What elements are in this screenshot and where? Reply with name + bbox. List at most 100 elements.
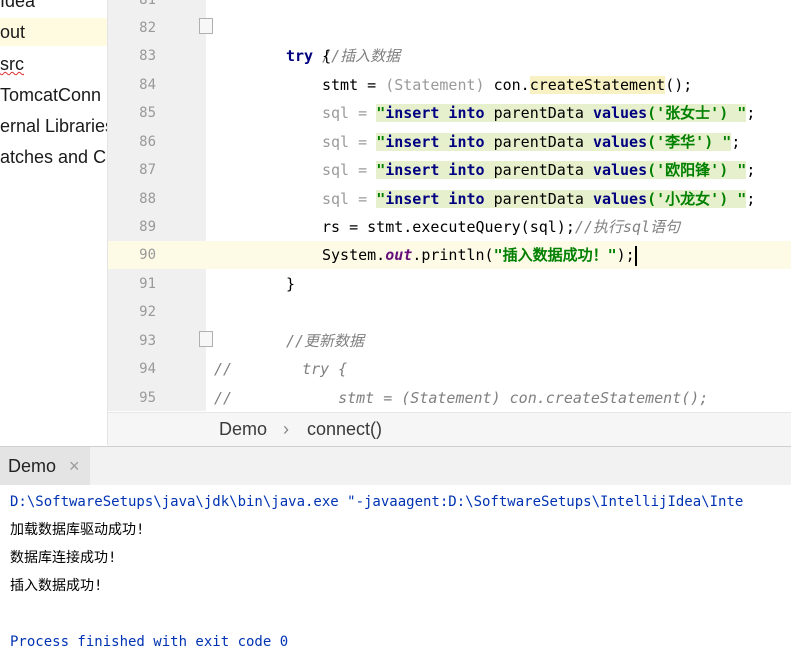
- tree-item-external-libraries[interactable]: ernal Libraries: [0, 112, 107, 140]
- string: "插入数据成功！": [493, 246, 617, 264]
- keyword: insert into: [385, 190, 485, 208]
- string: ('李华'): [647, 133, 714, 151]
- code-line-82: //插入数据: [286, 14, 791, 65]
- code-text: );: [616, 246, 635, 264]
- code-text: con.: [484, 76, 530, 94]
- close-icon[interactable]: ×: [69, 447, 80, 485]
- code-text: (Statement): [385, 76, 485, 94]
- code-text: createStatement: [529, 76, 666, 94]
- line-number: 87: [139, 162, 156, 178]
- string: ('欧阳锋'): [647, 161, 729, 179]
- code-line-85: sql = " insert into parentData values('张女…: [322, 99, 791, 127]
- string: ": [376, 161, 386, 179]
- string: ": [728, 161, 747, 179]
- code-text: System.: [322, 246, 386, 264]
- code-line-94: // try {: [214, 355, 791, 383]
- console-line: 插入数据成功!: [10, 578, 103, 594]
- code-text: parentData: [484, 190, 593, 208]
- line-number: 84: [139, 77, 156, 93]
- string: ": [728, 190, 747, 208]
- code-text: sql =: [322, 190, 377, 208]
- tree-item-out[interactable]: out: [0, 18, 107, 46]
- string: ": [376, 190, 386, 208]
- line-number: 88: [139, 191, 156, 207]
- comment: stmt = (Statement) con.createStatement()…: [338, 389, 709, 407]
- line-number: 95: [139, 390, 156, 406]
- tree-item-scratches-and-consoles[interactable]: atches and Co: [0, 143, 107, 171]
- keyword: insert into: [385, 133, 485, 151]
- code-text: rs = stmt.executeQuery(sql);: [322, 218, 575, 236]
- console-output[interactable]: D:\SoftwareSetups\java\jdk\bin\java.exe …: [0, 485, 791, 655]
- code-line-95: // stmt = (Statement) con.createStatement…: [214, 384, 791, 411]
- tree-item-label: src: [0, 54, 24, 74]
- fold-marker-icon[interactable]: [199, 18, 213, 34]
- keyword: try: [286, 47, 314, 65]
- code-line-83: try {: [286, 42, 791, 70]
- code-line-90: System.out.println("插入数据成功！");: [322, 241, 791, 269]
- code-text: ;: [731, 133, 741, 151]
- keyword: insert into: [385, 104, 485, 122]
- line-number: 85: [139, 105, 156, 121]
- code-text: sql =: [322, 133, 377, 151]
- keyword: values: [592, 133, 648, 151]
- code-text: parentData: [484, 161, 593, 179]
- string: ('张女士'): [647, 104, 729, 122]
- breadcrumb-class[interactable]: Demo: [219, 413, 267, 446]
- code-text: sql =: [322, 161, 377, 179]
- console-line: 加载数据库驱动成功!: [10, 522, 145, 538]
- tree-item-src[interactable]: src: [0, 50, 107, 78]
- line-number: 93: [139, 333, 156, 349]
- keyword: insert into: [385, 161, 485, 179]
- code-line-89: rs = stmt.executeQuery(sql);//执行sql语句: [322, 213, 791, 241]
- code-text: parentData: [484, 104, 593, 122]
- run-tab-demo[interactable]: Demo ×: [0, 447, 90, 485]
- comment: //执行sql语句: [574, 218, 681, 236]
- code-line-87: sql = "insert into parentData values('欧阳…: [322, 156, 791, 184]
- text-caret: [634, 245, 637, 266]
- line-number: 82: [139, 20, 156, 36]
- line-number: 92: [139, 304, 156, 320]
- keyword: values: [592, 104, 648, 122]
- line-number-current: 90: [139, 247, 156, 263]
- code-text: {: [313, 47, 332, 65]
- string: ": [713, 133, 732, 151]
- breadcrumb: Demo › connect(): [108, 412, 791, 446]
- string: ('小龙女'): [647, 190, 729, 208]
- tree-item-label: atches and Co: [0, 147, 107, 167]
- line-number: 94: [139, 361, 156, 377]
- code-line-86: sql = "insert into parentData values('李华…: [322, 128, 791, 156]
- comment: //: [214, 360, 233, 378]
- breadcrumb-method[interactable]: connect(): [307, 413, 382, 446]
- static-field: out: [385, 246, 413, 264]
- breadcrumb-separator-icon: ›: [283, 419, 289, 439]
- code-text: ;: [746, 190, 756, 208]
- code-text: }: [286, 275, 296, 293]
- line-number: 91: [139, 276, 156, 292]
- tree-item-idea[interactable]: Idea: [0, 0, 107, 15]
- string: ": [728, 104, 747, 122]
- string: ": [376, 133, 386, 151]
- tree-item-label: out: [0, 22, 26, 42]
- tree-item-label: TomcatConn: [0, 85, 102, 105]
- line-number: 89: [139, 219, 156, 235]
- code-text: sql =: [322, 104, 377, 122]
- code-editor[interactable]: 81 82 83 84 85 86 87 88 89 90 91 92 93 9…: [108, 0, 791, 411]
- keyword: values: [592, 161, 648, 179]
- code-text: .println(: [412, 246, 494, 264]
- tree-item-label: ernal Libraries: [0, 116, 107, 136]
- code-text: ();: [665, 76, 693, 94]
- tree-item-tomcatconn[interactable]: TomcatConn: [0, 81, 107, 109]
- run-tool-window-header: Demo ×: [0, 446, 791, 486]
- code-text: parentData: [484, 133, 593, 151]
- code-line-91: }: [286, 270, 791, 298]
- tree-item-label: Idea: [0, 0, 36, 11]
- code-text: ;: [746, 161, 756, 179]
- project-tool-window: Idea out src TomcatConn ernal Libraries …: [0, 0, 108, 445]
- fold-marker-icon[interactable]: [199, 331, 213, 347]
- code-line-88: sql = "insert into parentData values('小龙…: [322, 185, 791, 213]
- line-number: 81: [139, 0, 156, 8]
- console-command-line: D:\SoftwareSetups\java\jdk\bin\java.exe …: [10, 494, 744, 510]
- keyword: values: [592, 190, 648, 208]
- code-line-93: //更新数据: [286, 327, 791, 355]
- line-number: 86: [139, 134, 156, 150]
